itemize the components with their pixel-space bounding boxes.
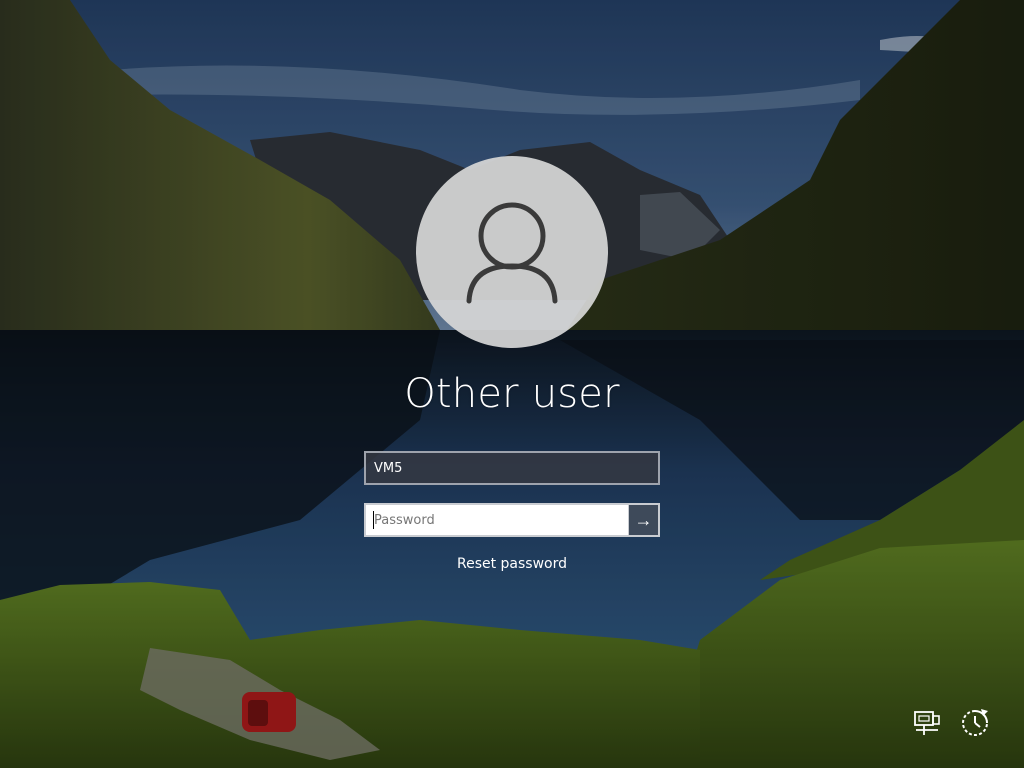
text-caret <box>373 511 374 529</box>
user-avatar <box>416 156 608 348</box>
lock-screen: Other user → Reset password <box>0 0 1024 768</box>
ease-of-access-icon[interactable] <box>958 706 992 740</box>
arrow-right-icon: → <box>634 510 653 530</box>
username-title: Other user <box>404 371 620 417</box>
user-silhouette-icon <box>466 202 558 304</box>
reset-password-link[interactable]: Reset password <box>412 554 612 574</box>
password-field[interactable] <box>364 503 628 537</box>
user-name-field[interactable] <box>364 451 660 485</box>
network-icon[interactable] <box>910 706 944 740</box>
submit-button[interactable]: → <box>628 503 660 537</box>
